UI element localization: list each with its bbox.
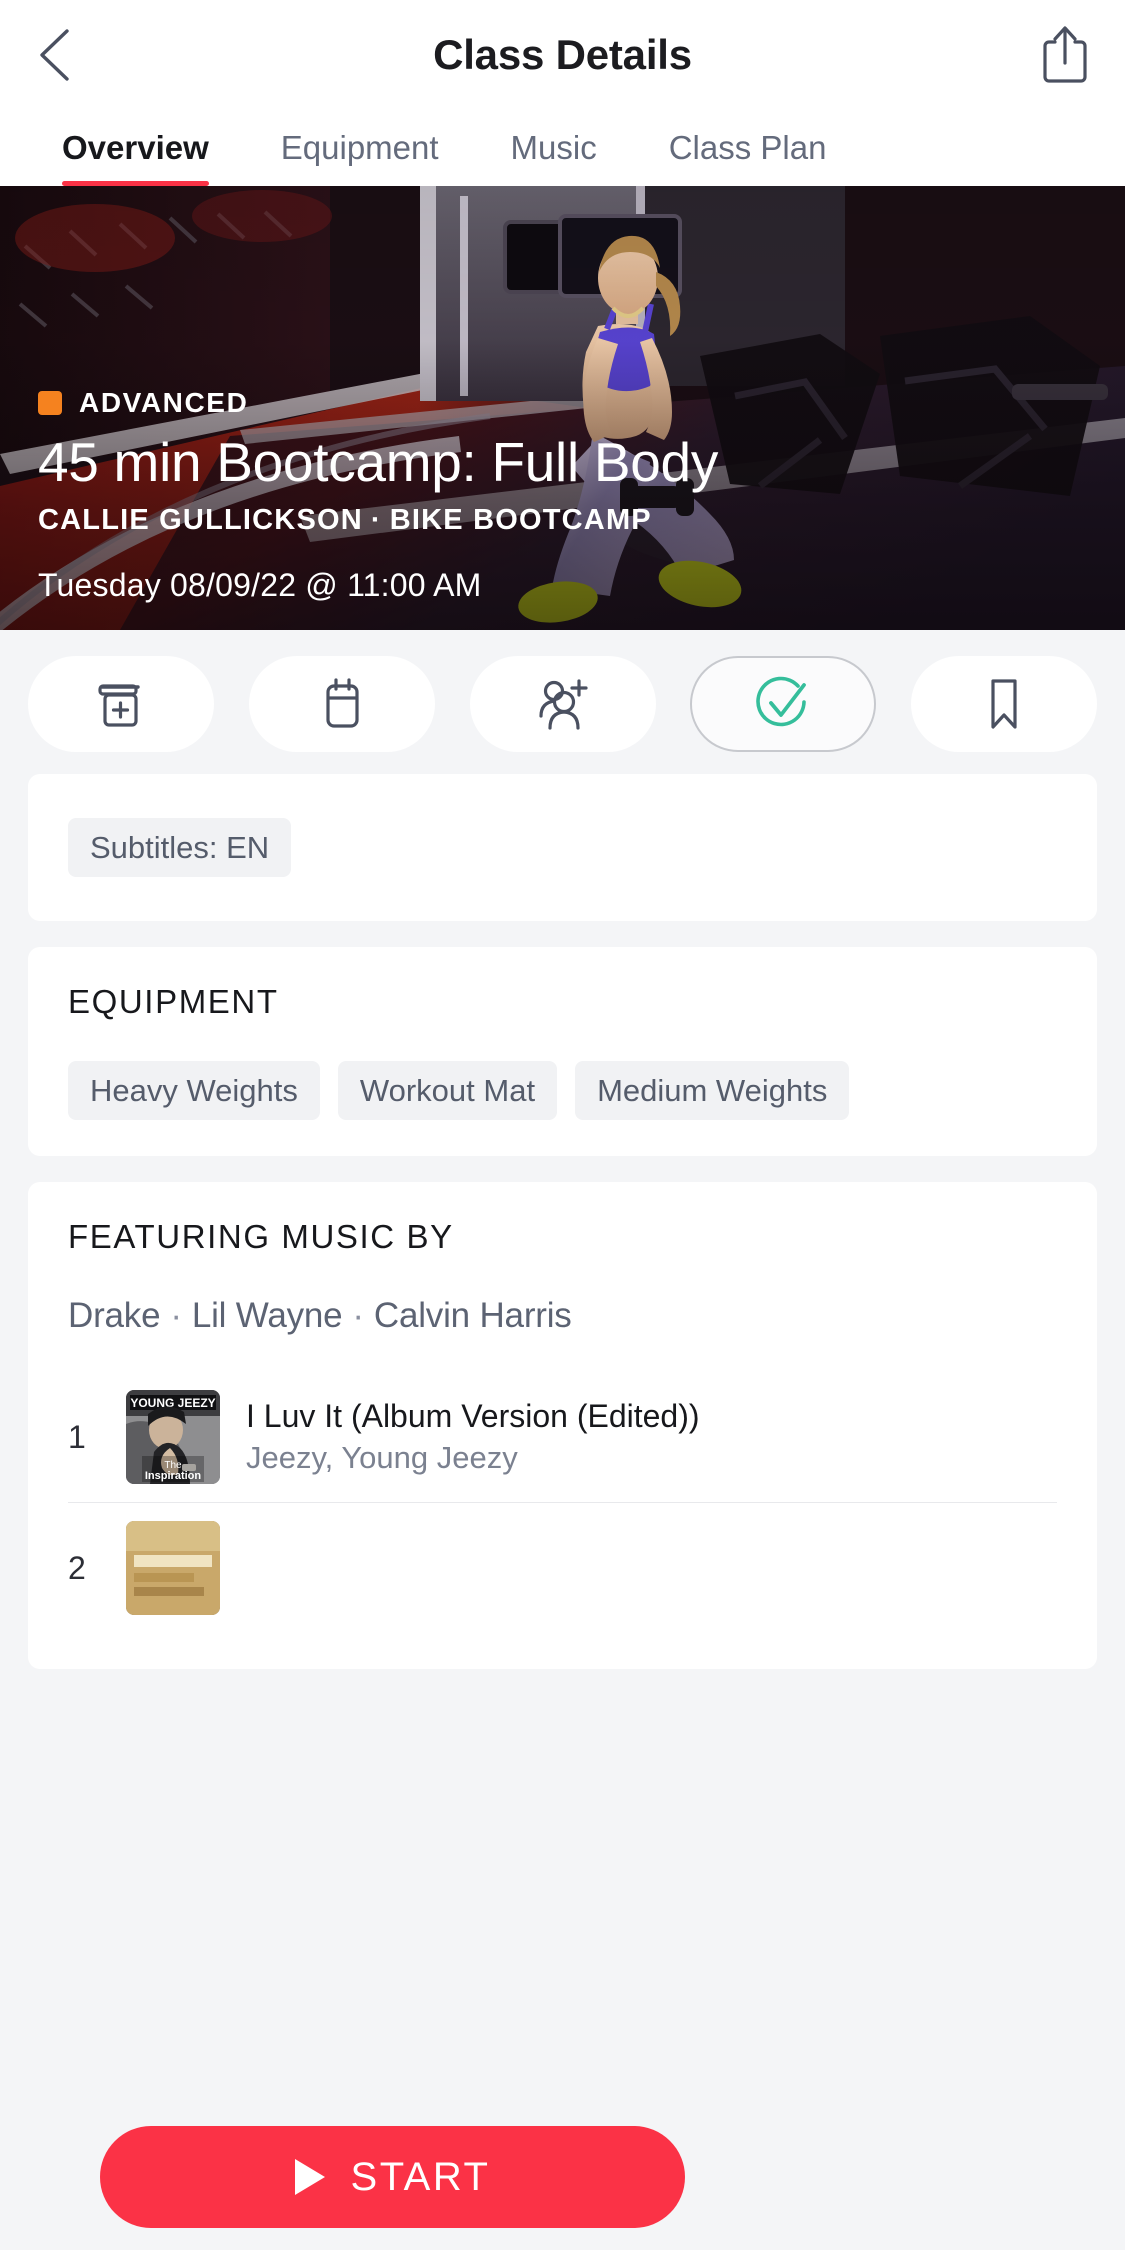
artist-name: Drake <box>68 1296 161 1335</box>
equipment-chip: Workout Mat <box>337 1061 558 1120</box>
track-row[interactable]: 2 <box>68 1503 1057 1633</box>
tab-class-plan[interactable]: Class Plan <box>669 110 827 186</box>
equipment-card: EQUIPMENT Heavy Weights Workout Mat Medi… <box>28 947 1097 1156</box>
equipment-chip-row: Heavy Weights Workout Mat Medium Weights <box>68 1061 1057 1120</box>
chevron-left-icon <box>40 29 69 81</box>
difficulty-label: ADVANCED <box>79 386 249 418</box>
start-button[interactable]: START <box>100 2126 685 2228</box>
hero-text-block: ADVANCED 45 min Bootcamp: Full Body CALL… <box>38 387 1095 604</box>
equipment-heading: EQUIPMENT <box>68 983 279 1020</box>
artist-name: Calvin Harris <box>373 1296 572 1335</box>
album-art-image: YOUNG JEEZY The Inspiration <box>126 1390 220 1484</box>
artist-separator: · <box>170 1296 182 1335</box>
equipment-chip: Medium Weights <box>575 1061 850 1120</box>
tab-equipment[interactable]: Equipment <box>281 110 439 186</box>
class-title: 45 min Bootcamp: Full Body <box>38 430 719 493</box>
mark-complete-button[interactable] <box>690 656 877 752</box>
artist-separator: · <box>352 1296 364 1335</box>
track-artist: Jeezy, Young Jeezy <box>246 1439 518 1475</box>
music-card: FEATURING MUSIC BY Drake · Lil Wayne · Calvi… <box>28 1182 1097 1669</box>
add-to-stack-button[interactable] <box>28 656 214 752</box>
featured-artists: Drake · Lil Wayne · Calvin Harris <box>68 1296 1057 1336</box>
track-number: 2 <box>68 1549 86 1586</box>
stack-add-icon <box>98 684 140 727</box>
action-button-row <box>0 630 1125 774</box>
bookmark-icon <box>991 679 1017 729</box>
tab-overview[interactable]: Overview <box>62 110 209 186</box>
track-row[interactable]: 1 YOUNG JEEZY The Inspiration I Luv It (… <box>68 1372 1057 1503</box>
share-icon <box>1043 26 1087 83</box>
track-title: I Luv It (Album Version (Edited)) <box>246 1397 700 1434</box>
album-art-image <box>126 1521 220 1615</box>
instructor-name: CALLIE GULLICKSON <box>38 504 363 536</box>
class-datetime: Tuesday 08/09/22 @ 11:00 AM <box>38 567 482 603</box>
meta-separator: · <box>370 504 382 536</box>
bookmark-button[interactable] <box>911 656 1097 752</box>
back-button[interactable] <box>24 22 84 88</box>
track-info: I Luv It (Album Version (Edited)) Jeezy,… <box>246 1396 700 1478</box>
track-number: 1 <box>68 1418 86 1455</box>
tab-music[interactable]: Music <box>511 110 597 186</box>
class-meta: CALLIE GULLICKSON · BIKE BOOTCAMP <box>38 504 1095 537</box>
invite-friends-button[interactable] <box>469 656 656 752</box>
navigation-bar: Class Details <box>0 0 1125 110</box>
play-icon <box>294 2159 325 2195</box>
album-art: YOUNG JEEZY The Inspiration <box>126 1390 220 1484</box>
class-details-screen: Class Details Overview Equipment Music C… <box>0 0 1125 2250</box>
difficulty-color-dot <box>38 390 62 415</box>
class-discipline: BIKE BOOTCAMP <box>389 504 652 536</box>
calendar-icon <box>326 678 359 728</box>
start-button-label: START <box>350 2154 491 2199</box>
class-hero-image[interactable]: ADVANCED 45 min Bootcamp: Full Body CALL… <box>0 186 1125 630</box>
tab-bar[interactable]: Overview Equipment Music Class Plan <box>0 110 1125 186</box>
schedule-button[interactable] <box>248 656 435 752</box>
music-heading: FEATURING MUSIC BY <box>68 1218 454 1255</box>
share-button[interactable] <box>1033 20 1097 90</box>
album-art <box>126 1521 220 1615</box>
difficulty-badge: ADVANCED <box>38 387 1095 419</box>
page-title: Class Details <box>433 31 692 78</box>
check-circle-icon <box>756 676 807 727</box>
equipment-chip: Heavy Weights <box>68 1061 320 1120</box>
subtitles-chip: Subtitles: EN <box>68 818 292 877</box>
artist-name: Lil Wayne <box>191 1296 343 1335</box>
subtitles-card: Subtitles: EN <box>28 774 1097 921</box>
svg-text:Inspiration: Inspiration <box>145 1470 202 1482</box>
add-friend-icon <box>538 679 588 730</box>
